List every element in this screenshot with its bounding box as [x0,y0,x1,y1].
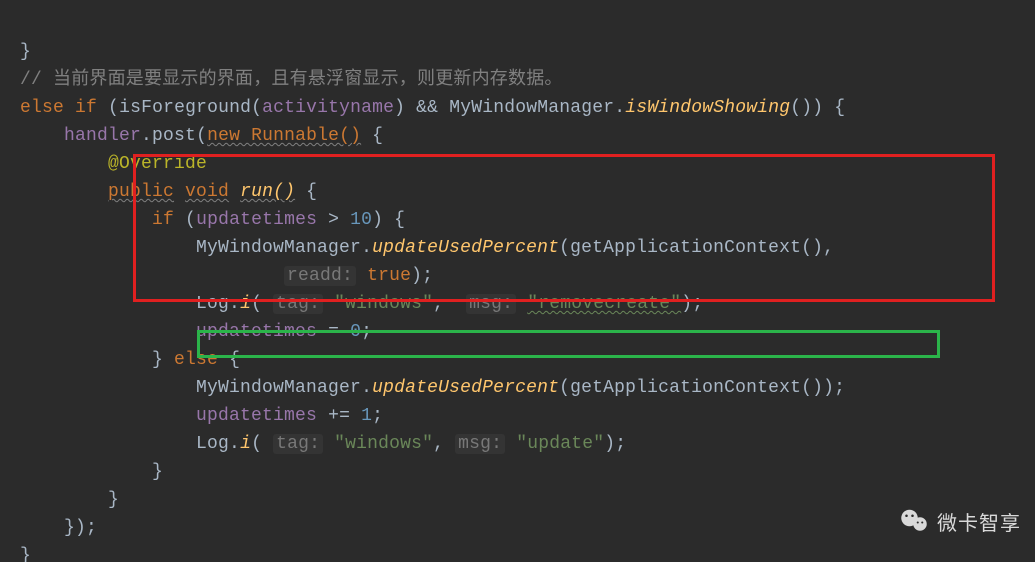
call-log-i: i [240,294,251,314]
brace: } [20,42,31,62]
param-label-readd: readd: [284,266,356,286]
watermark: 微卡智享 [899,506,1021,536]
brace: ); [604,434,626,454]
param-label-msg: msg: [455,434,505,454]
call-iswindowshowing: isWindowShowing [625,98,790,118]
num-1: 1 [361,406,372,426]
call-updateusedpercent: updateUsedPercent [372,378,559,398]
brace: { [361,126,383,146]
call-getapplicationcontext: getApplicationContext()); [570,378,845,398]
code-editor[interactable]: } // 当前界面是要显示的界面，且有悬浮窗显示，则更新内存数据。 else i… [0,0,1035,562]
kw-if: if [152,210,174,230]
kw-else: else [20,98,64,118]
call-log-i: i [240,434,251,454]
semi: ; [372,406,383,426]
field-updatetimes: updatetimes [196,210,317,230]
ident-handler: handler [64,126,141,146]
brace: } [152,462,163,482]
brace: } [20,546,31,562]
string-windows: "windows" [334,434,433,454]
brace: { [218,350,240,370]
brace: }); [64,518,97,538]
kw-else: else [174,350,218,370]
brace: ) { [372,210,405,230]
brace: { [295,182,317,202]
comment: // 当前界面是要显示的界面，且有悬浮窗显示，则更新内存数据。 [20,70,563,90]
watermark-text: 微卡智享 [937,507,1021,536]
class-mywm: MyWindowManager [196,238,361,258]
brace: ()) { [790,98,845,118]
op-and: && [416,98,438,118]
class-mywm: MyWindowManager [449,98,614,118]
num-0: 0 [350,322,361,342]
field-updatetimes: updatetimes [196,322,317,342]
string-update: "update" [516,434,604,454]
brace: ); [411,266,433,286]
num-10: 10 [350,210,372,230]
brace: } [152,350,174,370]
new-runnable: new Runnable() [207,126,361,146]
kw-void: void [185,182,229,202]
call-isforeground: isForeground [119,98,251,118]
field-updatetimes: updatetimes [196,406,317,426]
brace: ); [681,294,703,314]
op-eq: = [317,322,350,342]
call-updateusedpercent: updateUsedPercent [372,238,559,258]
param-label-tag: tag: [273,434,323,454]
kw-public: public [108,182,174,202]
call-getapplicationcontext: getApplicationContext(), [570,238,834,258]
string-windows: "windows" [334,294,433,314]
method-run: run() [240,182,295,202]
brace: } [108,490,119,510]
kw-if: if [75,98,97,118]
wechat-icon [899,506,929,536]
string-removecreate: "removecreate" [527,294,681,314]
param-activityname: activityname [262,98,394,118]
kw-true: true [367,266,411,286]
semi: ; [361,322,372,342]
param-label-msg: msg: [466,294,516,314]
op-gt: > [317,210,350,230]
class-mywm: MyWindowManager [196,378,361,398]
class-log: Log [196,294,229,314]
class-log: Log [196,434,229,454]
call-post: post [152,126,196,146]
anno-override: @Override [108,154,207,174]
param-label-tag: tag: [273,294,323,314]
op-plus-eq: += [317,406,361,426]
